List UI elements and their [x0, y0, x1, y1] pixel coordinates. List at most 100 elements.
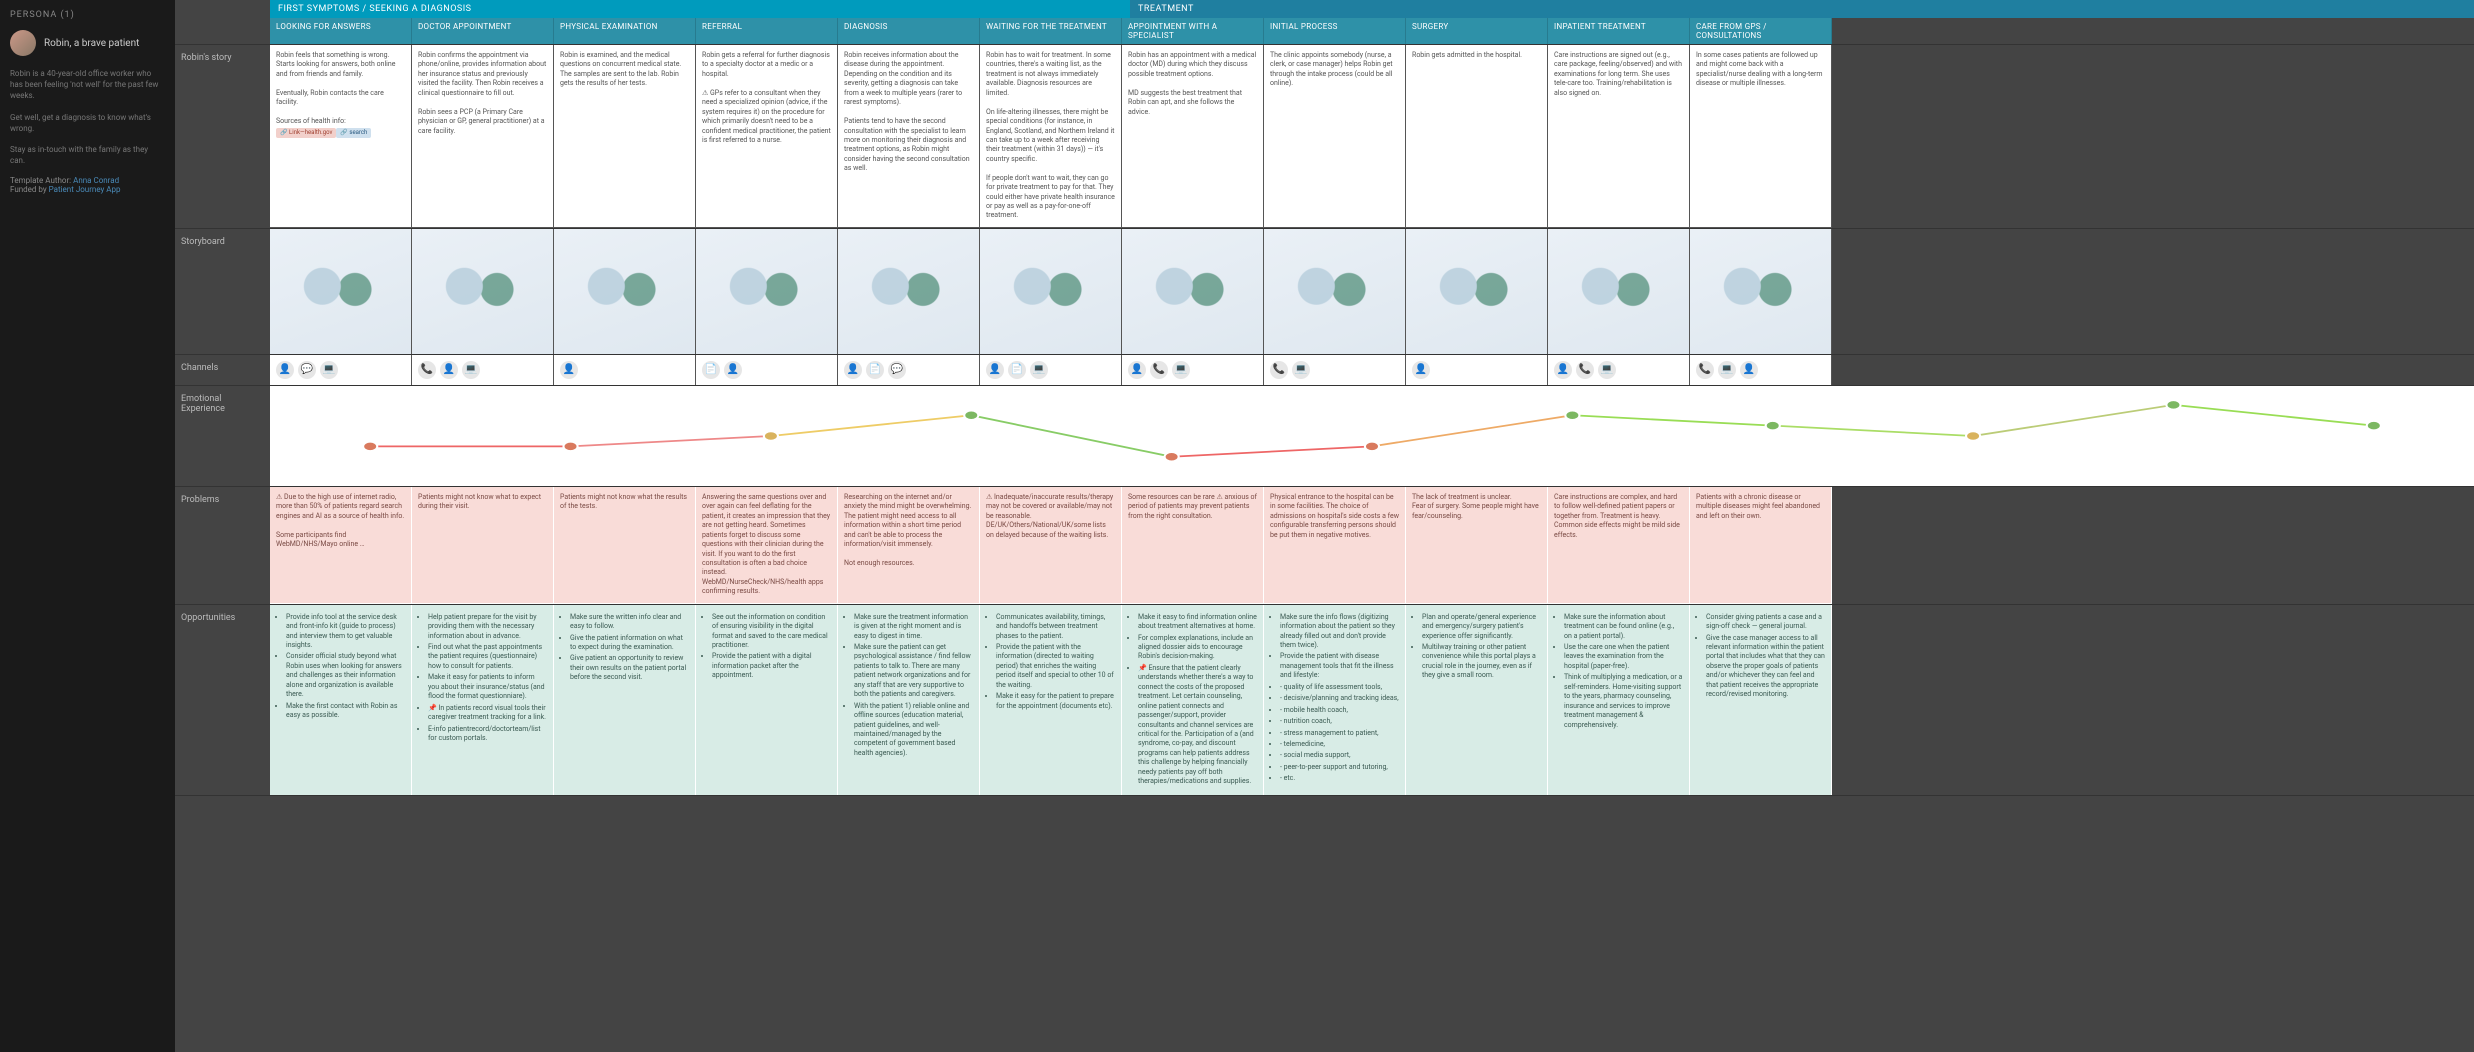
emotion-chart	[270, 386, 2474, 486]
channel-icon: 💬	[298, 361, 316, 379]
stage-header[interactable]: INPATIENT TREATMENT	[1548, 18, 1690, 44]
emotion-node[interactable]	[1565, 411, 1579, 420]
phase-group-symptoms: FIRST SYMPTOMS / SEEKING A DIAGNOSIS	[270, 0, 1130, 18]
persona-card[interactable]: Robin, a brave patient	[10, 30, 165, 56]
story-row: Robin's story Robin feels that something…	[175, 45, 2474, 229]
opportunity-card: Provide info tool at the service desk an…	[270, 605, 412, 795]
emotion-node[interactable]	[2166, 400, 2180, 409]
author-link[interactable]: Anna Conrad	[73, 176, 119, 185]
storyboard-illustration	[696, 229, 838, 354]
sidebar-section-title: PERSONA (1)	[10, 10, 165, 20]
story-card: Robin gets admitted in the hospital.	[1406, 45, 1548, 228]
persona-sidebar: PERSONA (1) Robin, a brave patient Robin…	[0, 0, 175, 1052]
channel-icon: 💻	[1598, 361, 1616, 379]
persona-goal: Get well, get a diagnosis to know what's…	[10, 112, 165, 134]
emotion-node[interactable]	[2367, 421, 2381, 430]
stage-header[interactable]: SURGERY	[1406, 18, 1548, 44]
stage-header[interactable]: WAITING FOR THE TREATMENT	[980, 18, 1122, 44]
funder-link[interactable]: Patient Journey App	[49, 185, 121, 194]
row-label-storyboard: Storyboard	[175, 229, 270, 354]
story-card: Robin has to wait for treatment. In some…	[980, 45, 1122, 228]
emotion-node[interactable]	[363, 442, 377, 451]
opportunity-card: Make it easy to find information online …	[1122, 605, 1264, 795]
story-card: Robin confirms the appointment via phone…	[412, 45, 554, 228]
storyboard-illustration	[1264, 229, 1406, 354]
problem-card: Researching on the internet and/or anxie…	[838, 487, 980, 604]
opportunity-card: Make sure the info flows (digitizing inf…	[1264, 605, 1406, 795]
stage-header[interactable]: INITIAL PROCESS	[1264, 18, 1406, 44]
channel-cell: 👤💬💻	[270, 355, 412, 385]
emotion-node[interactable]	[563, 442, 577, 451]
stage-header[interactable]: REFERRAL	[696, 18, 838, 44]
emotion-node[interactable]	[1966, 431, 1980, 440]
storyboard-row: Storyboard	[175, 229, 2474, 355]
storyboard-illustration	[1122, 229, 1264, 354]
storyboard-illustration	[838, 229, 980, 354]
channel-cell: 👤	[1406, 355, 1548, 385]
persona-avatar	[10, 30, 36, 56]
opps-row: Opportunities Provide info tool at the s…	[175, 605, 2474, 796]
emotion-row: Emotional Experience	[175, 386, 2474, 487]
opportunity-card: Plan and operate/general experience and …	[1406, 605, 1548, 795]
storyboard-illustration	[554, 229, 696, 354]
problem-card: Patients might not know what to expect d…	[412, 487, 554, 604]
story-tag[interactable]: 🔗 Link—health.gov	[276, 128, 336, 138]
channel-icon: 💻	[1718, 361, 1736, 379]
channel-cell: 📄👤	[696, 355, 838, 385]
row-label-story: Robin's story	[175, 45, 270, 228]
phase-groups: FIRST SYMPTOMS / SEEKING A DIAGNOSIS TRE…	[175, 0, 2474, 18]
journey-map: FIRST SYMPTOMS / SEEKING A DIAGNOSIS TRE…	[175, 0, 2474, 1052]
story-card: In some cases patients are followed up a…	[1690, 45, 1832, 228]
story-card: Robin receives information about the dis…	[838, 45, 980, 228]
problem-card: ⚠ Due to the high use of internet radio,…	[270, 487, 412, 604]
story-tag[interactable]: 🔗 search	[336, 128, 371, 138]
channel-icon: 👤	[986, 361, 1004, 379]
channel-cell: 👤📞💻	[1548, 355, 1690, 385]
story-card: Robin has an appointment with a medical …	[1122, 45, 1264, 228]
emotion-node[interactable]	[1165, 452, 1179, 461]
story-card: The clinic appoints somebody (nurse, a c…	[1264, 45, 1406, 228]
channel-cell: 📞💻👤	[1690, 355, 1832, 385]
channel-icon: 👤	[560, 361, 578, 379]
channel-icon: 👤	[276, 361, 294, 379]
channel-icon: 👤	[844, 361, 862, 379]
persona-desc: Robin is a 40-year-old office worker who…	[10, 68, 165, 102]
storyboard-illustration	[980, 229, 1122, 354]
problem-card: The lack of treatment is unclear.Fear of…	[1406, 487, 1548, 604]
author-label: Template Author:	[10, 176, 71, 185]
row-label-problems: Problems	[175, 487, 270, 604]
stage-header[interactable]: APPOINTMENT WITH A SPECIALIST	[1122, 18, 1264, 44]
opportunity-card: Make sure the written info clear and eas…	[554, 605, 696, 795]
emotion-node[interactable]	[764, 431, 778, 440]
opportunity-card: Help patient prepare for the visit by pr…	[412, 605, 554, 795]
storyboard-illustration	[1548, 229, 1690, 354]
emotion-node[interactable]	[1766, 421, 1780, 430]
channel-cell: 👤📄💬	[838, 355, 980, 385]
stage-header[interactable]: DOCTOR APPOINTMENT	[412, 18, 554, 44]
storyboard-illustration	[412, 229, 554, 354]
persona-goal2: Stay as in-touch with the family as they…	[10, 144, 165, 166]
emotion-node[interactable]	[1365, 442, 1379, 451]
stage-header[interactable]: LOOKING FOR ANSWERS	[270, 18, 412, 44]
stage-header[interactable]: PHYSICAL EXAMINATION	[554, 18, 696, 44]
emotion-node[interactable]	[964, 411, 978, 420]
stage-header[interactable]: CARE FROM GPS / CONSULTATIONS	[1690, 18, 1832, 44]
opportunity-card: See out the information on condition of …	[696, 605, 838, 795]
problem-card: ⚠ Inadequate/inaccurate results/therapy …	[980, 487, 1122, 604]
phase-group-treatment: TREATMENT	[1130, 0, 2474, 18]
channel-cell: 📞💻	[1264, 355, 1406, 385]
problem-card: Patients might not know what the results…	[554, 487, 696, 604]
story-card: Robin feels that something is wrong. Sta…	[270, 45, 412, 228]
channel-icon: 💻	[1172, 361, 1190, 379]
channel-cell: 👤	[554, 355, 696, 385]
problem-card: Care instructions are complex, and hard …	[1548, 487, 1690, 604]
story-card: Robin is examined, and the medical quest…	[554, 45, 696, 228]
stage-header[interactable]: DIAGNOSIS	[838, 18, 980, 44]
problem-card: Answering the same questions over and ov…	[696, 487, 838, 604]
funder-label: Funded by	[10, 185, 47, 194]
channel-icon: 👤	[724, 361, 742, 379]
channel-icon: 💻	[1292, 361, 1310, 379]
channel-icon: 💻	[462, 361, 480, 379]
storyboard-illustration	[270, 229, 412, 354]
channel-cell: 👤📄💻	[980, 355, 1122, 385]
